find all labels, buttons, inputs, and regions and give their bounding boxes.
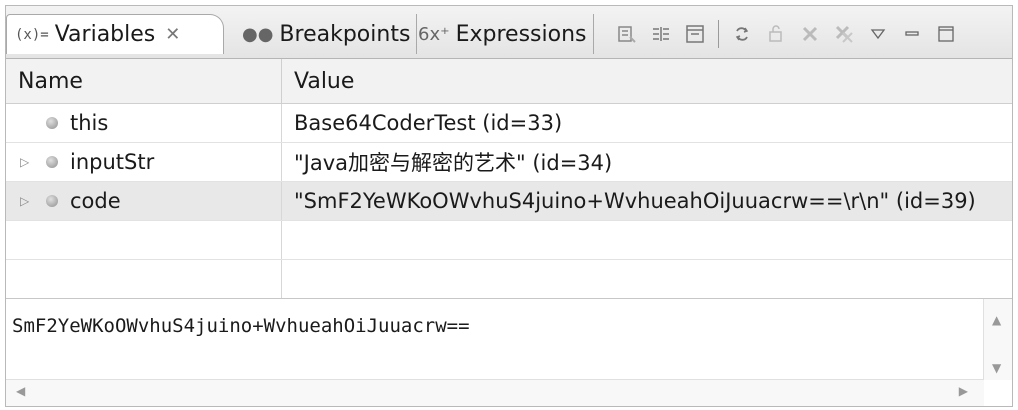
value-cell: "SmF2YeWKoOWvhuS4juino+WvhueahOiJuuacrw=…: [294, 189, 976, 213]
value-cell: Base64CoderTest (id=33): [294, 111, 563, 135]
field-icon: [46, 195, 58, 207]
detail-pane[interactable]: SmF2YeWKoOWvhuS4juino+WvhueahOiJuuacrw==…: [6, 298, 1012, 406]
minimize-icon[interactable]: [897, 19, 927, 49]
remove-all-icon[interactable]: [829, 19, 859, 49]
name-cell: ▷ inputStr: [6, 143, 282, 181]
table-row[interactable]: ▷ inputStr "Java加密与解密的艺术" (id=34): [6, 143, 1012, 182]
close-icon[interactable]: ✕: [165, 24, 180, 45]
link-icon[interactable]: [727, 19, 757, 49]
tab-expressions[interactable]: 6x⁺ Expressions: [418, 14, 594, 54]
horizontal-scrollbar[interactable]: ◀ ▶: [6, 379, 984, 406]
tab-breakpoints[interactable]: ●● Breakpoints: [242, 14, 418, 54]
name-cell: this: [6, 104, 282, 142]
variable-name: inputStr: [70, 150, 155, 174]
variable-name: code: [70, 189, 121, 213]
empty-row: [6, 260, 1012, 299]
column-header-value[interactable]: Value: [282, 59, 1012, 103]
empty-row: [6, 221, 1012, 260]
scroll-right-icon[interactable]: ▶: [959, 384, 968, 398]
toolbar-separator: [718, 20, 719, 48]
tab-breakpoints-label: Breakpoints: [279, 21, 411, 47]
collapse-all-icon[interactable]: [680, 19, 710, 49]
view-menu-icon[interactable]: [863, 19, 893, 49]
field-icon: [46, 156, 58, 168]
tab-strip: (x)= Variables ✕ ●● Breakpoints 6x⁺ Expr…: [6, 6, 1012, 59]
detail-value-text[interactable]: SmF2YeWKoOWvhuS4juino+WvhueahOiJuuacrw==: [12, 315, 470, 337]
column-header-name[interactable]: Name: [6, 59, 282, 103]
field-icon: [46, 117, 58, 129]
scroll-up-icon[interactable]: ▲: [992, 313, 1001, 327]
variables-icon: (x)=: [15, 26, 49, 43]
tab-expressions-label: Expressions: [455, 21, 587, 47]
variable-name: this: [70, 111, 109, 135]
expressions-icon: 6x⁺: [418, 23, 450, 45]
tab-variables[interactable]: (x)= Variables ✕: [6, 14, 224, 54]
scroll-down-icon[interactable]: ▼: [992, 361, 1001, 375]
show-logical-structure-icon[interactable]: [646, 19, 676, 49]
add-watch-icon[interactable]: [761, 19, 791, 49]
breakpoints-icon: ●●: [242, 23, 274, 45]
table-row[interactable]: this Base64CoderTest (id=33): [6, 104, 1012, 143]
table-row-selected[interactable]: ▷ code "SmF2YeWKoOWvhuS4juino+WvhueahOiJ…: [6, 182, 1012, 221]
expand-arrow-icon[interactable]: ▷: [20, 194, 36, 208]
remove-icon[interactable]: [795, 19, 825, 49]
maximize-icon[interactable]: [931, 19, 961, 49]
name-cell: ▷ code: [6, 182, 282, 220]
expand-arrow-icon[interactable]: ▷: [20, 155, 36, 169]
value-cell: "Java加密与解密的艺术" (id=34): [294, 151, 613, 175]
show-type-names-icon[interactable]: [612, 19, 642, 49]
view-toolbar: [610, 16, 963, 52]
vertical-scrollbar[interactable]: ▲ ▼: [983, 299, 1012, 380]
table-header: Name Value: [6, 59, 1012, 104]
tab-variables-label: Variables: [54, 22, 156, 47]
scroll-left-icon[interactable]: ◀: [16, 384, 25, 398]
variables-view: (x)= Variables ✕ ●● Breakpoints 6x⁺ Expr…: [5, 5, 1013, 407]
